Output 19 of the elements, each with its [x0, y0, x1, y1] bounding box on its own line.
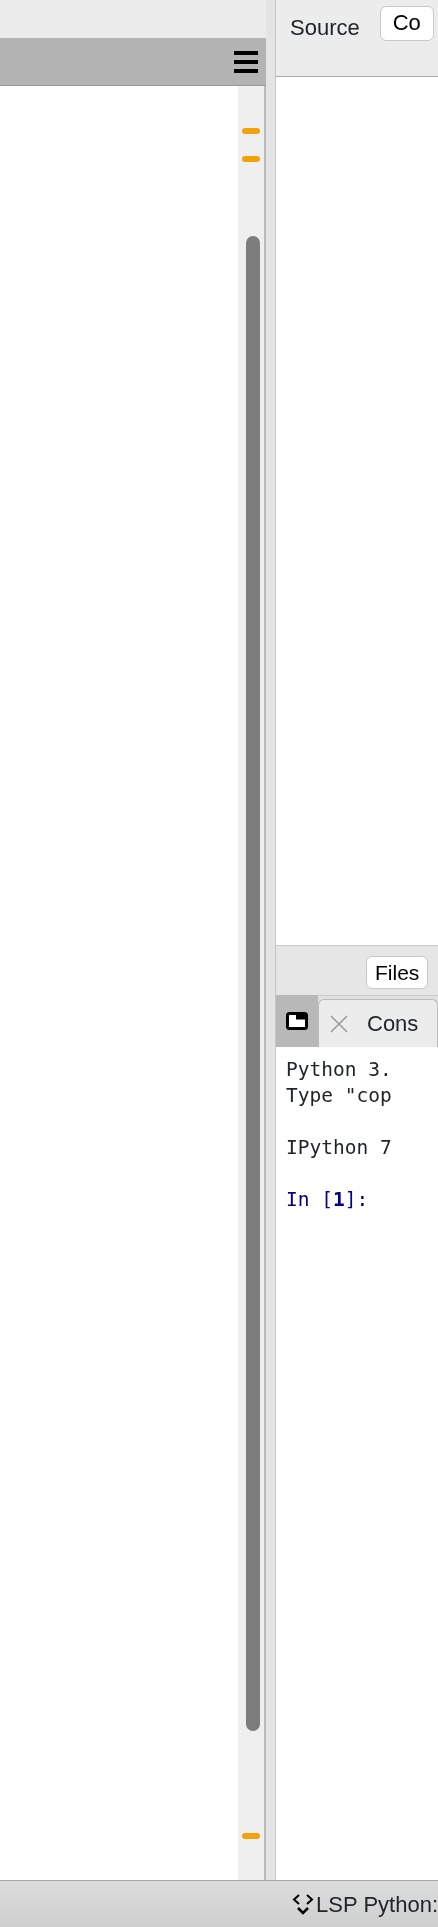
warning-marker: [242, 156, 260, 162]
source-label: Source: [290, 14, 360, 42]
console-line: IPython 7: [286, 1135, 393, 1161]
source-dropdown[interactable]: Co: [379, 6, 434, 41]
editor-area[interactable]: [0, 86, 266, 1880]
code-check-icon: [292, 1892, 315, 1916]
console-tab[interactable]: Cons: [318, 999, 438, 1047]
menu-icon[interactable]: [234, 50, 258, 73]
window-icon[interactable]: [286, 1012, 308, 1030]
console-line: Type "cop: [286, 1083, 393, 1109]
scrollbar[interactable]: [238, 86, 264, 1880]
files-tab[interactable]: Files: [366, 955, 429, 989]
scrollbar-thumb[interactable]: [246, 236, 260, 1731]
warning-marker: [242, 1833, 260, 1839]
console-line: Python 3.: [286, 1057, 393, 1083]
warning-marker: [242, 128, 260, 134]
close-icon[interactable]: [329, 1013, 349, 1034]
lsp-status: LSP Python:: [316, 1890, 438, 1919]
input-prompt: In [1]:: [286, 1187, 370, 1213]
